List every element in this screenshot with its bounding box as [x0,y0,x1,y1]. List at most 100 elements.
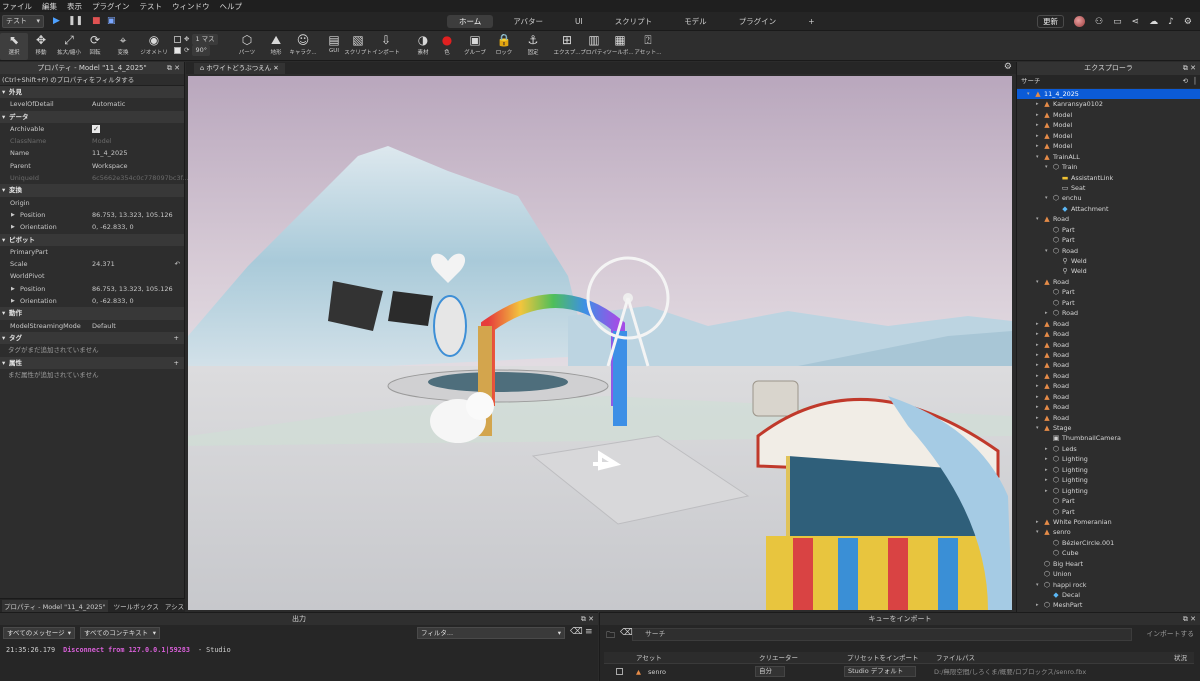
tree-item[interactable]: ▾ ▲ 11_4_2025 [1017,89,1200,100]
properties-filter-input[interactable]: (Ctrl+Shift+P) のプロパティをフィルタする [0,74,184,86]
collapse-icon[interactable]: ▾ [1036,580,1039,590]
add-icon[interactable]: + [174,357,179,369]
filter-icon[interactable]: │ [1193,75,1197,88]
ribbon-tool[interactable]: ● 色 [433,33,461,56]
mode-select[interactable]: テスト [2,15,44,28]
property-value[interactable]: 86.753, 13.323, 105.126 [92,283,173,295]
expand-icon[interactable]: ▶ [11,209,15,221]
expand-icon[interactable]: ▸ [1036,350,1039,360]
tree-item[interactable]: ▾ ⬡ Train [1017,162,1200,172]
panel-controls-icon[interactable]: ⧉ ✕ [1183,613,1196,625]
expand-icon[interactable]: ▸ [1036,600,1039,610]
tree-item[interactable]: ▾ ▲ senro [1017,527,1200,537]
tree-item[interactable]: ▸ ▲ Road [1017,402,1200,412]
ribbon-tool[interactable]: 🔒 ロック [490,33,518,56]
tree-item[interactable]: ◆ Decal [1017,590,1200,600]
tree-item[interactable]: ⚲ Weld [1017,256,1200,266]
grid-move-input[interactable]: 1 マス [192,34,218,45]
ribbon-tool[interactable]: ◉ ジオメトリ [140,33,168,56]
tree-item[interactable]: ⬡ Part [1017,507,1200,517]
tree-item[interactable]: ◆ Attachment [1017,204,1200,214]
tab[interactable]: UI [563,15,595,28]
panel-controls-icon[interactable]: ⧉ ✕ [581,613,594,625]
menu-icon[interactable]: ≡ [585,627,593,637]
grid-rotate-checkbox[interactable] [174,47,181,54]
tab[interactable]: プラグイン [727,15,789,28]
property-section[interactable]: 外見 [0,86,184,99]
archivable-checkbox[interactable]: ✓ [92,124,100,133]
expand-icon[interactable]: ▸ [1045,444,1048,454]
property-section[interactable]: データ [0,110,184,123]
expand-icon[interactable]: ▸ [1036,329,1039,339]
expand-icon[interactable]: ▸ [1036,319,1039,329]
property-value[interactable]: Automatic [92,98,125,110]
chat-icon[interactable]: ▭ [1113,17,1122,27]
ribbon-tool[interactable]: ⊞ エクスプ... [553,33,581,56]
expand-icon[interactable]: ▸ [1045,475,1048,485]
play-icon[interactable]: ▶ [53,16,60,26]
expand-icon[interactable]: ▸ [1045,465,1048,475]
tree-item[interactable]: ▸ ⬡ Lighting [1017,465,1200,475]
expand-icon[interactable]: ▸ [1036,360,1039,370]
tree-item[interactable]: ⬡ Part [1017,225,1200,235]
clear-icon[interactable]: ⌫ [570,627,583,637]
collapse-icon[interactable]: ▾ [1036,277,1039,287]
tree-item[interactable]: ▸ ⬡ Lighting [1017,486,1200,496]
grid-move-checkbox[interactable] [174,36,181,43]
expand-icon[interactable]: ▶ [11,283,15,295]
tree-item[interactable]: ▸ ▲ White Pomeranian [1017,517,1200,527]
scene-render[interactable] [188,76,1012,610]
tree-item[interactable]: ▾ ⬡ happi rock [1017,580,1200,590]
collapse-icon[interactable]: ▾ [1036,423,1039,433]
expand-icon[interactable]: ▶ [11,221,15,233]
tree-item[interactable]: ⚲ Weld [1017,266,1200,276]
property-section[interactable]: 動作 [0,307,184,320]
expand-icon[interactable]: ▸ [1036,517,1039,527]
collapse-icon[interactable]: ▾ [1027,89,1030,99]
menu-item[interactable]: ファイル [2,1,32,12]
expand-icon[interactable]: ▸ [1045,486,1048,496]
expand-icon[interactable]: ▸ [1036,402,1039,412]
tree-item[interactable]: ▸ ⬡ Lighting [1017,475,1200,485]
device-icon[interactable]: ▣ [107,16,116,26]
ribbon-tool[interactable]: ⤢ 拡大/縮小 [55,33,83,56]
tree-item[interactable]: ⬡ Part [1017,298,1200,308]
expand-icon[interactable]: ▸ [1036,110,1039,120]
expand-icon[interactable]: ▸ [1036,392,1039,402]
expand-icon[interactable]: ▸ [1045,454,1048,464]
property-value[interactable]: Workspace [92,160,128,172]
collapse-icon[interactable]: ▾ [1045,162,1048,172]
ribbon-tool[interactable]: ⬉ 選択 [0,33,28,60]
settings-icon[interactable]: ⚙ [1184,17,1192,27]
grid-rotate-input[interactable]: 90° [192,45,210,56]
expand-icon[interactable]: ▸ [1036,141,1039,151]
folder-icon[interactable]: 🗀 [606,628,615,644]
property-section[interactable]: ピボット [0,233,184,246]
tree-item[interactable]: ▬ AssistantLink [1017,173,1200,183]
collapse-icon[interactable]: ▾ [1036,527,1039,537]
tree-item[interactable]: ▾ ⬡ enchu [1017,193,1200,203]
tab[interactable]: スクリプト [603,15,665,28]
footer-tab[interactable]: アシス [165,601,184,611]
tab[interactable]: モデル [672,15,719,28]
expand-icon[interactable]: ▸ [1036,371,1039,381]
expand-icon[interactable]: ▸ [1036,131,1039,141]
expand-icon[interactable]: ▸ [1045,308,1048,318]
import-table-row[interactable]: ▲ senro 自分 Studio デフォルト D:/無限空間/しろくま/概要/… [604,666,1194,678]
property-value[interactable]: 6c5662e354c0c778097bc3f... [92,172,189,184]
menu-item[interactable]: ウィンドウ [172,1,210,12]
ribbon-tool[interactable]: ⍰ アセット... [634,33,662,56]
ribbon-tool[interactable]: ⬡ パーツ [233,33,261,56]
tree-item[interactable]: ▸ ▲ Road [1017,350,1200,360]
ribbon-tool[interactable]: ⇩ インポート [372,33,400,56]
ribbon-tool[interactable]: ⌖ 変換 [109,33,137,56]
menu-item[interactable]: テスト [140,1,163,12]
property-section[interactable]: タグ + [0,331,184,345]
gear-icon[interactable]: ⚙ [1004,62,1012,72]
tree-item[interactable]: ▾ ▲ Stage [1017,423,1200,433]
stop-icon[interactable]: ■ [92,16,101,26]
tab[interactable]: アバター [501,15,555,28]
property-section[interactable]: 属性 + [0,356,184,369]
tree-item[interactable]: ▣ ThumbnailCamera [1017,433,1200,443]
tree-item[interactable]: ▸ ⬡ MeshPart [1017,600,1200,610]
